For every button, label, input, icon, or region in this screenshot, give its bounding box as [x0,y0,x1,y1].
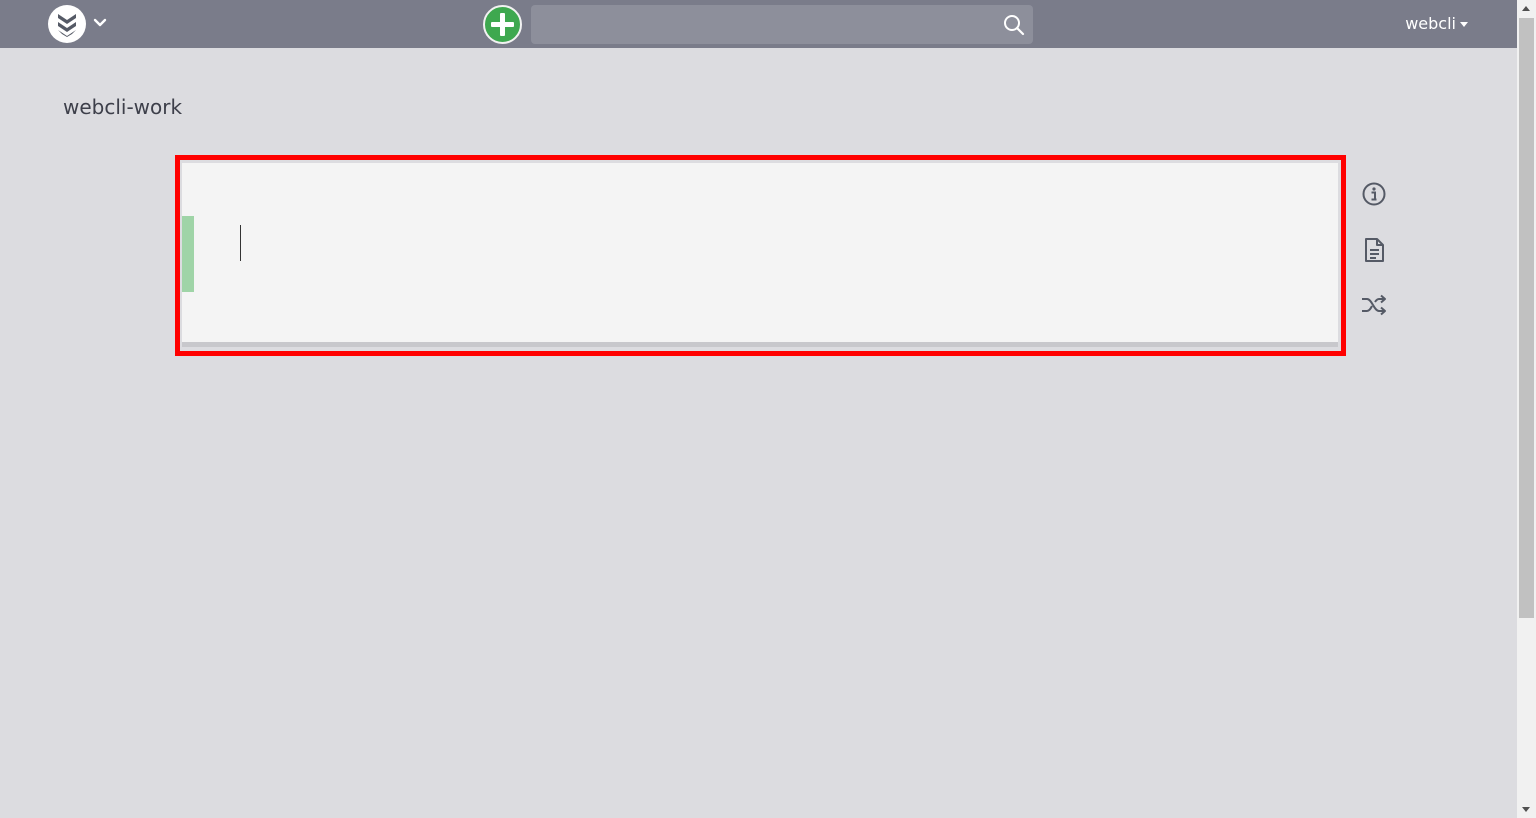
cell-active-marker [182,216,194,292]
document-icon[interactable] [1360,236,1388,264]
shuffle-icon[interactable] [1360,291,1388,319]
page-title: webcli-work [63,95,183,119]
user-menu[interactable]: webcli [1405,14,1468,33]
code-cell[interactable] [182,163,1338,347]
user-menu-label: webcli [1405,14,1456,33]
vertical-scrollbar[interactable] [1517,0,1536,818]
scroll-up-arrow-icon[interactable] [1522,6,1530,11]
top-navbar: webcli [0,0,1517,48]
cell-editor[interactable] [222,173,1322,333]
info-icon[interactable] [1360,180,1388,208]
search-input[interactable] [531,5,991,44]
app-logo[interactable] [48,5,86,43]
scrollbar-thumb[interactable] [1519,18,1534,618]
text-cursor [240,225,241,261]
scroll-down-arrow-icon[interactable] [1522,807,1530,812]
add-button[interactable] [483,5,522,44]
search-box [531,5,1033,44]
search-icon[interactable] [1003,14,1025,36]
plus-icon [491,13,514,36]
caret-down-icon [1460,22,1468,27]
cocalc-logo-icon [50,7,84,41]
chevron-down-icon[interactable] [93,16,107,30]
